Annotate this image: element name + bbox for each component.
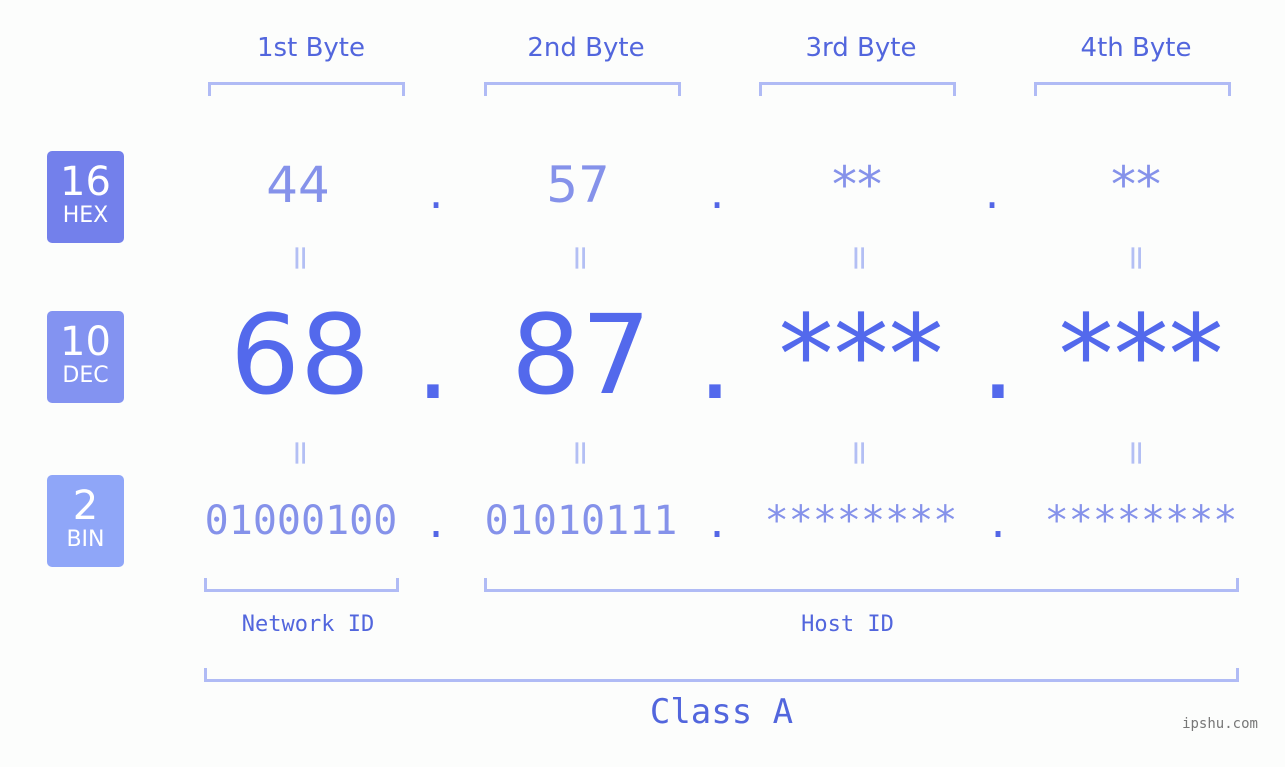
bin-byte-2: 01010111 xyxy=(484,498,678,544)
equals-sign: = xyxy=(1116,438,1156,468)
hex-badge: 16 HEX xyxy=(47,151,124,243)
hex-separator-3: . xyxy=(984,165,1000,219)
dec-byte-3: *** xyxy=(778,291,944,419)
byte-bracket-3 xyxy=(759,82,956,96)
equals-sign: = xyxy=(560,438,600,468)
byte-header-2: 2nd Byte xyxy=(527,33,645,63)
bin-separator-2: . xyxy=(704,501,730,547)
watermark: ipshu.com xyxy=(1182,716,1258,732)
byte-header-3: 3rd Byte xyxy=(805,33,917,63)
hex-separator-2: . xyxy=(709,165,725,219)
hex-byte-1: 44 xyxy=(266,156,330,214)
network-id-label: Network ID xyxy=(241,612,375,637)
hex-base-label: HEX xyxy=(62,203,109,228)
dec-byte-4: *** xyxy=(1058,291,1224,419)
class-label: Class A xyxy=(649,692,794,732)
hex-separator-1: . xyxy=(428,165,444,219)
class-bracket xyxy=(204,668,1239,682)
dec-base-label: DEC xyxy=(62,363,109,388)
equals-sign: = xyxy=(1116,243,1156,273)
byte-bracket-1 xyxy=(208,82,405,96)
bin-badge: 2 BIN xyxy=(47,475,124,567)
dec-separator-3: . xyxy=(980,296,1016,424)
bin-byte-3: ******** xyxy=(764,498,958,544)
equals-sign: = xyxy=(839,243,879,273)
bin-base-label: BIN xyxy=(66,527,105,552)
byte-header-4: 4th Byte xyxy=(1080,33,1192,63)
dec-byte-1: 68 xyxy=(230,291,370,419)
hex-base-number: 16 xyxy=(60,159,111,205)
network-id-bracket xyxy=(204,578,399,592)
bin-base-number: 2 xyxy=(72,483,99,529)
dec-separator-2: . xyxy=(697,296,733,424)
host-id-label: Host ID xyxy=(801,612,894,637)
equals-sign: = xyxy=(560,243,600,273)
hex-byte-2: 57 xyxy=(546,156,610,214)
byte-bracket-2 xyxy=(484,82,681,96)
equals-sign: = xyxy=(280,243,320,273)
dec-separator-1: . xyxy=(415,296,451,424)
dec-badge: 10 DEC xyxy=(47,311,124,403)
equals-sign: = xyxy=(839,438,879,468)
byte-header-1: 1st Byte xyxy=(257,33,365,63)
byte-bracket-4 xyxy=(1034,82,1231,96)
hex-byte-3: ** xyxy=(832,156,882,214)
bin-byte-4: ******** xyxy=(1044,498,1238,544)
host-id-bracket xyxy=(484,578,1239,592)
dec-byte-2: 87 xyxy=(511,291,651,419)
bin-separator-3: . xyxy=(985,501,1011,547)
equals-sign: = xyxy=(280,438,320,468)
hex-byte-4: ** xyxy=(1111,156,1161,214)
dec-base-number: 10 xyxy=(60,319,111,365)
bin-separator-1: . xyxy=(423,501,449,547)
bin-byte-1: 01000100 xyxy=(204,498,398,544)
